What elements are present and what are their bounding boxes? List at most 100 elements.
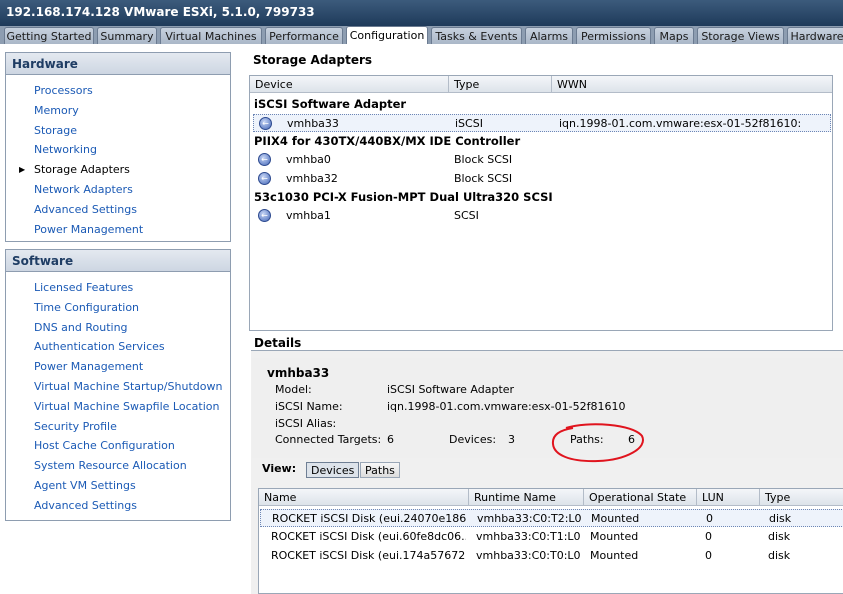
software-item-authentication-services[interactable]: Authentication Services (6, 337, 230, 357)
software-item-dns-and-routing[interactable]: DNS and Routing (6, 318, 230, 338)
adapter-type: SCSI (454, 209, 479, 222)
tab-configuration[interactable]: Configuration (346, 26, 428, 44)
storage-adapter-icon: ← (258, 209, 271, 222)
column-header-type[interactable]: Type (760, 489, 843, 506)
nav-item-label: Authentication Services (34, 340, 165, 354)
nav-item-label: Security Profile (34, 419, 117, 433)
nav-item-label: System Resource Allocation (34, 459, 187, 473)
column-header-wwn[interactable]: WWN (552, 76, 832, 93)
cell-runtime: vmhba33:C0:T1:L0 (476, 530, 581, 543)
nav-item-label: Host Cache Configuration (34, 439, 175, 453)
column-header-type[interactable]: Type (449, 76, 552, 93)
nav-item-label: Virtual Machine Startup/Shutdown (34, 379, 223, 393)
hardware-list: Processors Memory Storage Networking ▶ Storag… (6, 75, 230, 241)
nav-item-label: Agent VM Settings (34, 478, 136, 492)
cell-type: disk (769, 512, 792, 525)
software-item-licensed-features[interactable]: Licensed Features (6, 278, 230, 298)
column-header-device[interactable]: Device (250, 76, 449, 93)
nav-item-label: DNS and Routing (34, 320, 128, 334)
hardware-item-storage[interactable]: Storage (6, 121, 230, 141)
window-title: 192.168.174.128 VMware ESXi, 5.1.0, 7997… (0, 0, 843, 26)
nav-item-label: Networking (34, 143, 97, 157)
table-row[interactable]: ROCKET iSCSI Disk (eui.24070e186... vmhba… (260, 509, 843, 527)
software-item-system-resource-allocation[interactable]: System Resource Allocation (6, 456, 230, 476)
adapter-wwn: iqn.1998-01.com.vmware:esx-01-52f81610: (559, 117, 802, 130)
adapter-group-header: 53c1030 PCI-X Fusion-MPT Dual Ultra320 S… (254, 190, 553, 204)
selected-arrow-icon: ▶ (19, 165, 26, 175)
hardware-item-advanced-settings[interactable]: Advanced Settings (6, 200, 230, 220)
adapter-device: vmhba1 (286, 209, 331, 222)
cell-runtime: vmhba33:C0:T0:L0 (476, 549, 581, 562)
software-heading: Software (6, 250, 230, 272)
adapter-group-header: iSCSI Software Adapter (254, 97, 407, 111)
view-paths-button[interactable]: Paths (360, 462, 400, 478)
column-header-name[interactable]: Name (259, 489, 469, 506)
nav-item-label: Advanced Settings (34, 498, 137, 512)
adapter-device: vmhba33 (287, 117, 339, 130)
tab-hardware[interactable]: Hardware (787, 27, 843, 44)
tab-permissions[interactable]: Permissions (576, 27, 651, 44)
adapter-device: vmhba0 (286, 153, 331, 166)
nav-item-label: Processors (34, 84, 93, 97)
cell-state: Mounted (590, 530, 639, 543)
column-header-runtime-name[interactable]: Runtime Name (469, 489, 584, 506)
hardware-item-networking[interactable]: Networking (6, 140, 230, 160)
cell-runtime: vmhba33:C0:T2:L0 (477, 512, 582, 525)
cell-name: ROCKET iSCSI Disk (eui.60fe8dc06... (271, 530, 466, 543)
hardware-item-memory[interactable]: Memory (6, 101, 230, 121)
table-row[interactable]: ROCKET iSCSI Disk (eui.60fe8dc06... vmhba… (260, 528, 843, 546)
adapter-row[interactable]: ← vmhba1 SCSI (253, 207, 831, 225)
tab-strip: Getting Started Summary Virtual Machines Pe… (0, 26, 843, 44)
nav-item-label: Storage Adapters (34, 163, 130, 177)
software-item-virtual-machine-startup-shutdown[interactable]: Virtual Machine Startup/Shutdown (6, 377, 230, 397)
tab-storage-views[interactable]: Storage Views (697, 27, 784, 44)
hardware-item-storage-adapters[interactable]: ▶ Storage Adapters (6, 160, 230, 180)
software-item-agent-vm-settings[interactable]: Agent VM Settings (6, 476, 230, 496)
nav-item-label: Power Management (34, 360, 144, 374)
software-item-host-cache-configuration[interactable]: Host Cache Configuration (6, 436, 230, 456)
iscsi-alias-label: iSCSI Alias: (275, 417, 337, 430)
tab-summary[interactable]: Summary (97, 27, 157, 44)
iscsi-name-label: iSCSI Name: (275, 400, 343, 413)
hardware-item-processors[interactable]: Processors (6, 81, 230, 101)
storage-adapter-icon: ← (259, 117, 272, 130)
cell-lun: 0 (706, 512, 713, 525)
storage-adapter-icon: ← (258, 153, 271, 166)
hardware-item-network-adapters[interactable]: Network Adapters (6, 180, 230, 200)
software-item-virtual-machine-swapfile-location[interactable]: Virtual Machine Swapfile Location (6, 397, 230, 417)
view-label: View: (262, 462, 297, 475)
adapter-type: Block SCSI (454, 172, 513, 185)
tab-maps[interactable]: Maps (654, 27, 694, 44)
tab-tasks-events[interactable]: Tasks & Events (431, 27, 522, 44)
view-devices-button[interactable]: Devices (306, 462, 360, 478)
software-item-advanced-settings[interactable]: Advanced Settings (6, 496, 230, 516)
adapter-row[interactable]: ← vmhba33 iSCSI iqn.1998-01.com.vmware:esx-… (253, 114, 831, 132)
software-item-power-management[interactable]: Power Management (6, 357, 230, 377)
adapter-row[interactable]: ← vmhba0 Block SCSI (253, 151, 831, 169)
adapter-type: Block SCSI (454, 153, 513, 166)
cell-state: Mounted (591, 512, 640, 525)
column-header-operational-state[interactable]: Operational State (584, 489, 697, 506)
cell-name: ROCKET iSCSI Disk (eui.24070e186... (272, 512, 467, 525)
tab-getting-started[interactable]: Getting Started (4, 27, 94, 44)
software-item-time-configuration[interactable]: Time Configuration (6, 298, 230, 318)
adapter-row[interactable]: ← vmhba32 Block SCSI (253, 170, 831, 188)
software-panel: Software Licensed Features Time Configura… (5, 249, 231, 521)
cell-name: ROCKET iSCSI Disk (eui.174a57672... (271, 549, 466, 562)
devices-table: Name Runtime Name Operational State LUN Type… (258, 488, 843, 594)
nav-item-label: Memory (34, 103, 79, 117)
details-title: Details (254, 336, 302, 350)
table-row[interactable]: ROCKET iSCSI Disk (eui.174a57672... vmhba… (260, 547, 843, 565)
software-item-security-profile[interactable]: Security Profile (6, 417, 230, 437)
cell-type: disk (768, 549, 791, 562)
tab-virtual-machines[interactable]: Virtual Machines (160, 27, 262, 44)
nav-item-label: Network Adapters (34, 182, 133, 196)
devices-count-label: Devices: (449, 433, 497, 446)
hardware-item-power-management[interactable]: Power Management (6, 220, 230, 240)
column-header-lun[interactable]: LUN (697, 489, 760, 506)
tab-performance[interactable]: Performance (265, 27, 343, 44)
tab-alarms[interactable]: Alarms (525, 27, 573, 44)
nav-item-label: Virtual Machine Swapfile Location (34, 399, 220, 413)
nav-item-label: Storage (34, 123, 78, 137)
connected-targets-label: Connected Targets: (275, 433, 382, 446)
